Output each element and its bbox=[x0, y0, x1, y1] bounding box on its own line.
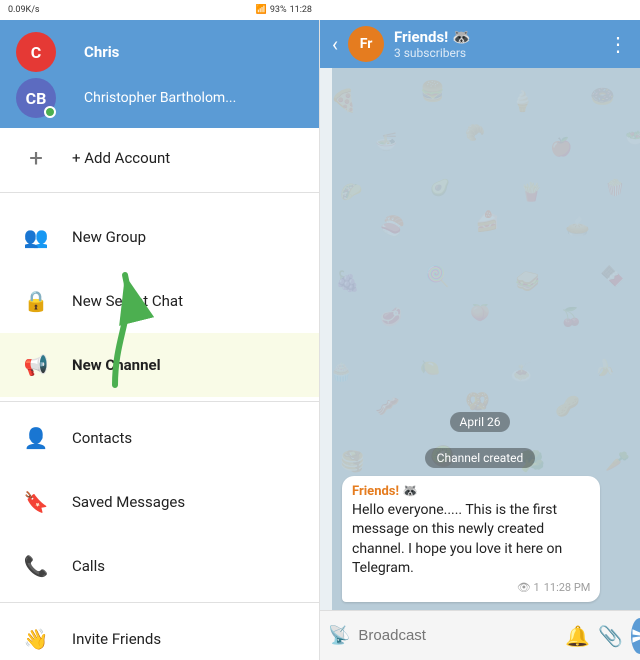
chat-info[interactable]: Friends! 🦝 3 subscribers bbox=[394, 28, 598, 60]
add-account-item[interactable]: + + Add Account bbox=[0, 128, 319, 188]
contacts-icon: 👤 bbox=[16, 418, 56, 458]
calls-icon: 📞 bbox=[16, 546, 56, 586]
chat-header: ‹ Fr Friends! 🦝 3 subscribers ⋮ bbox=[320, 20, 640, 68]
new-secret-chat-label: New Secret Chat bbox=[72, 292, 183, 310]
chat-panel: 0.84K/s 📶 🔋 93% 11:28 ‹ Fr Friends! 🦝 3 … bbox=[320, 20, 640, 660]
read-icon: 👁 1 bbox=[517, 581, 540, 594]
send-icon bbox=[631, 627, 640, 645]
channel-created-message: Channel created bbox=[425, 448, 536, 468]
attachment-icon[interactable]: 📎 bbox=[598, 624, 623, 648]
primary-name: Chris bbox=[84, 43, 119, 61]
menu-item-new-group[interactable]: 👥 New Group bbox=[0, 205, 319, 269]
message-meta: 👁 1 11:28 PM bbox=[352, 581, 590, 594]
secondary-name: Christopher Bartholom... bbox=[84, 90, 236, 106]
new-secret-chat-icon: 🔒 bbox=[16, 281, 56, 321]
message-input[interactable] bbox=[358, 618, 557, 654]
new-group-label: New Group bbox=[72, 228, 146, 246]
add-account-icon: + bbox=[16, 138, 56, 178]
message-time: 11:28 PM bbox=[544, 581, 591, 594]
divider-2 bbox=[0, 401, 319, 402]
invite-friends-icon: 👋 bbox=[16, 619, 56, 659]
date-badge: April 26 bbox=[450, 412, 511, 432]
channel-avatar-letter: Fr bbox=[360, 36, 373, 52]
secondary-avatar: CB bbox=[16, 78, 56, 118]
broadcast-icon: 📡 bbox=[328, 625, 350, 646]
contacts-label: Contacts bbox=[72, 429, 132, 447]
menu-item-contacts[interactable]: 👤 Contacts bbox=[0, 406, 319, 470]
primary-account[interactable]: C Chris bbox=[16, 32, 303, 72]
message-sender: Friends! 🦝 bbox=[352, 484, 590, 499]
back-button[interactable]: ‹ bbox=[332, 32, 338, 56]
channel-avatar: Fr bbox=[348, 26, 384, 62]
saved-messages-label: Saved Messages bbox=[72, 493, 185, 511]
divider-1 bbox=[0, 192, 319, 193]
invite-friends-label: Invite Friends bbox=[72, 630, 161, 648]
chat-title: Friends! 🦝 bbox=[394, 28, 598, 46]
chat-input-bar: 📡 🔔 📎 bbox=[320, 610, 640, 660]
new-group-icon: 👥 bbox=[16, 217, 56, 257]
menu-section: 👥 New Group 🔒 New Secret Chat 📢 New Chan… bbox=[0, 197, 319, 660]
avatar-initial: C bbox=[31, 43, 41, 62]
chat-subtitle: 3 subscribers bbox=[394, 46, 598, 60]
messages-spacer bbox=[328, 76, 632, 400]
send-button[interactable] bbox=[631, 618, 640, 654]
online-indicator bbox=[44, 106, 56, 118]
primary-avatar: C bbox=[16, 32, 56, 72]
new-channel-icon: 📢 bbox=[16, 345, 56, 385]
secondary-avatar-initial: CB bbox=[26, 89, 47, 108]
menu-item-saved-messages[interactable]: 🔖 Saved Messages bbox=[0, 470, 319, 534]
new-channel-label: New Channel bbox=[72, 356, 161, 374]
message-bubble: Friends! 🦝 Hello everyone..... This is t… bbox=[342, 476, 600, 602]
secondary-account[interactable]: CB Christopher Bartholom... bbox=[16, 78, 303, 118]
notification-icon[interactable]: 🔔 bbox=[565, 624, 590, 648]
add-account-label: + Add Account bbox=[72, 149, 170, 167]
menu-item-calls[interactable]: 📞 Calls bbox=[0, 534, 319, 598]
menu-item-invite-friends[interactable]: 👋 Invite Friends bbox=[0, 607, 319, 660]
calls-label: Calls bbox=[72, 557, 105, 575]
menu-item-new-channel[interactable]: 📢 New Channel bbox=[0, 333, 319, 397]
divider-3 bbox=[0, 602, 319, 603]
message-text: Hello everyone..... This is the first me… bbox=[352, 501, 590, 579]
messages-container: April 26 Channel created Friends! 🦝 Hell… bbox=[320, 68, 640, 610]
menu-item-new-secret-chat[interactable]: 🔒 New Secret Chat bbox=[0, 269, 319, 333]
header-menu-icon[interactable]: ⋮ bbox=[608, 32, 628, 56]
saved-messages-icon: 🔖 bbox=[16, 482, 56, 522]
drawer-panel: 0.09K/s 📶 93% 11:28 C Chris CB Christoph… bbox=[0, 20, 320, 660]
chat-list-edge bbox=[320, 68, 332, 610]
